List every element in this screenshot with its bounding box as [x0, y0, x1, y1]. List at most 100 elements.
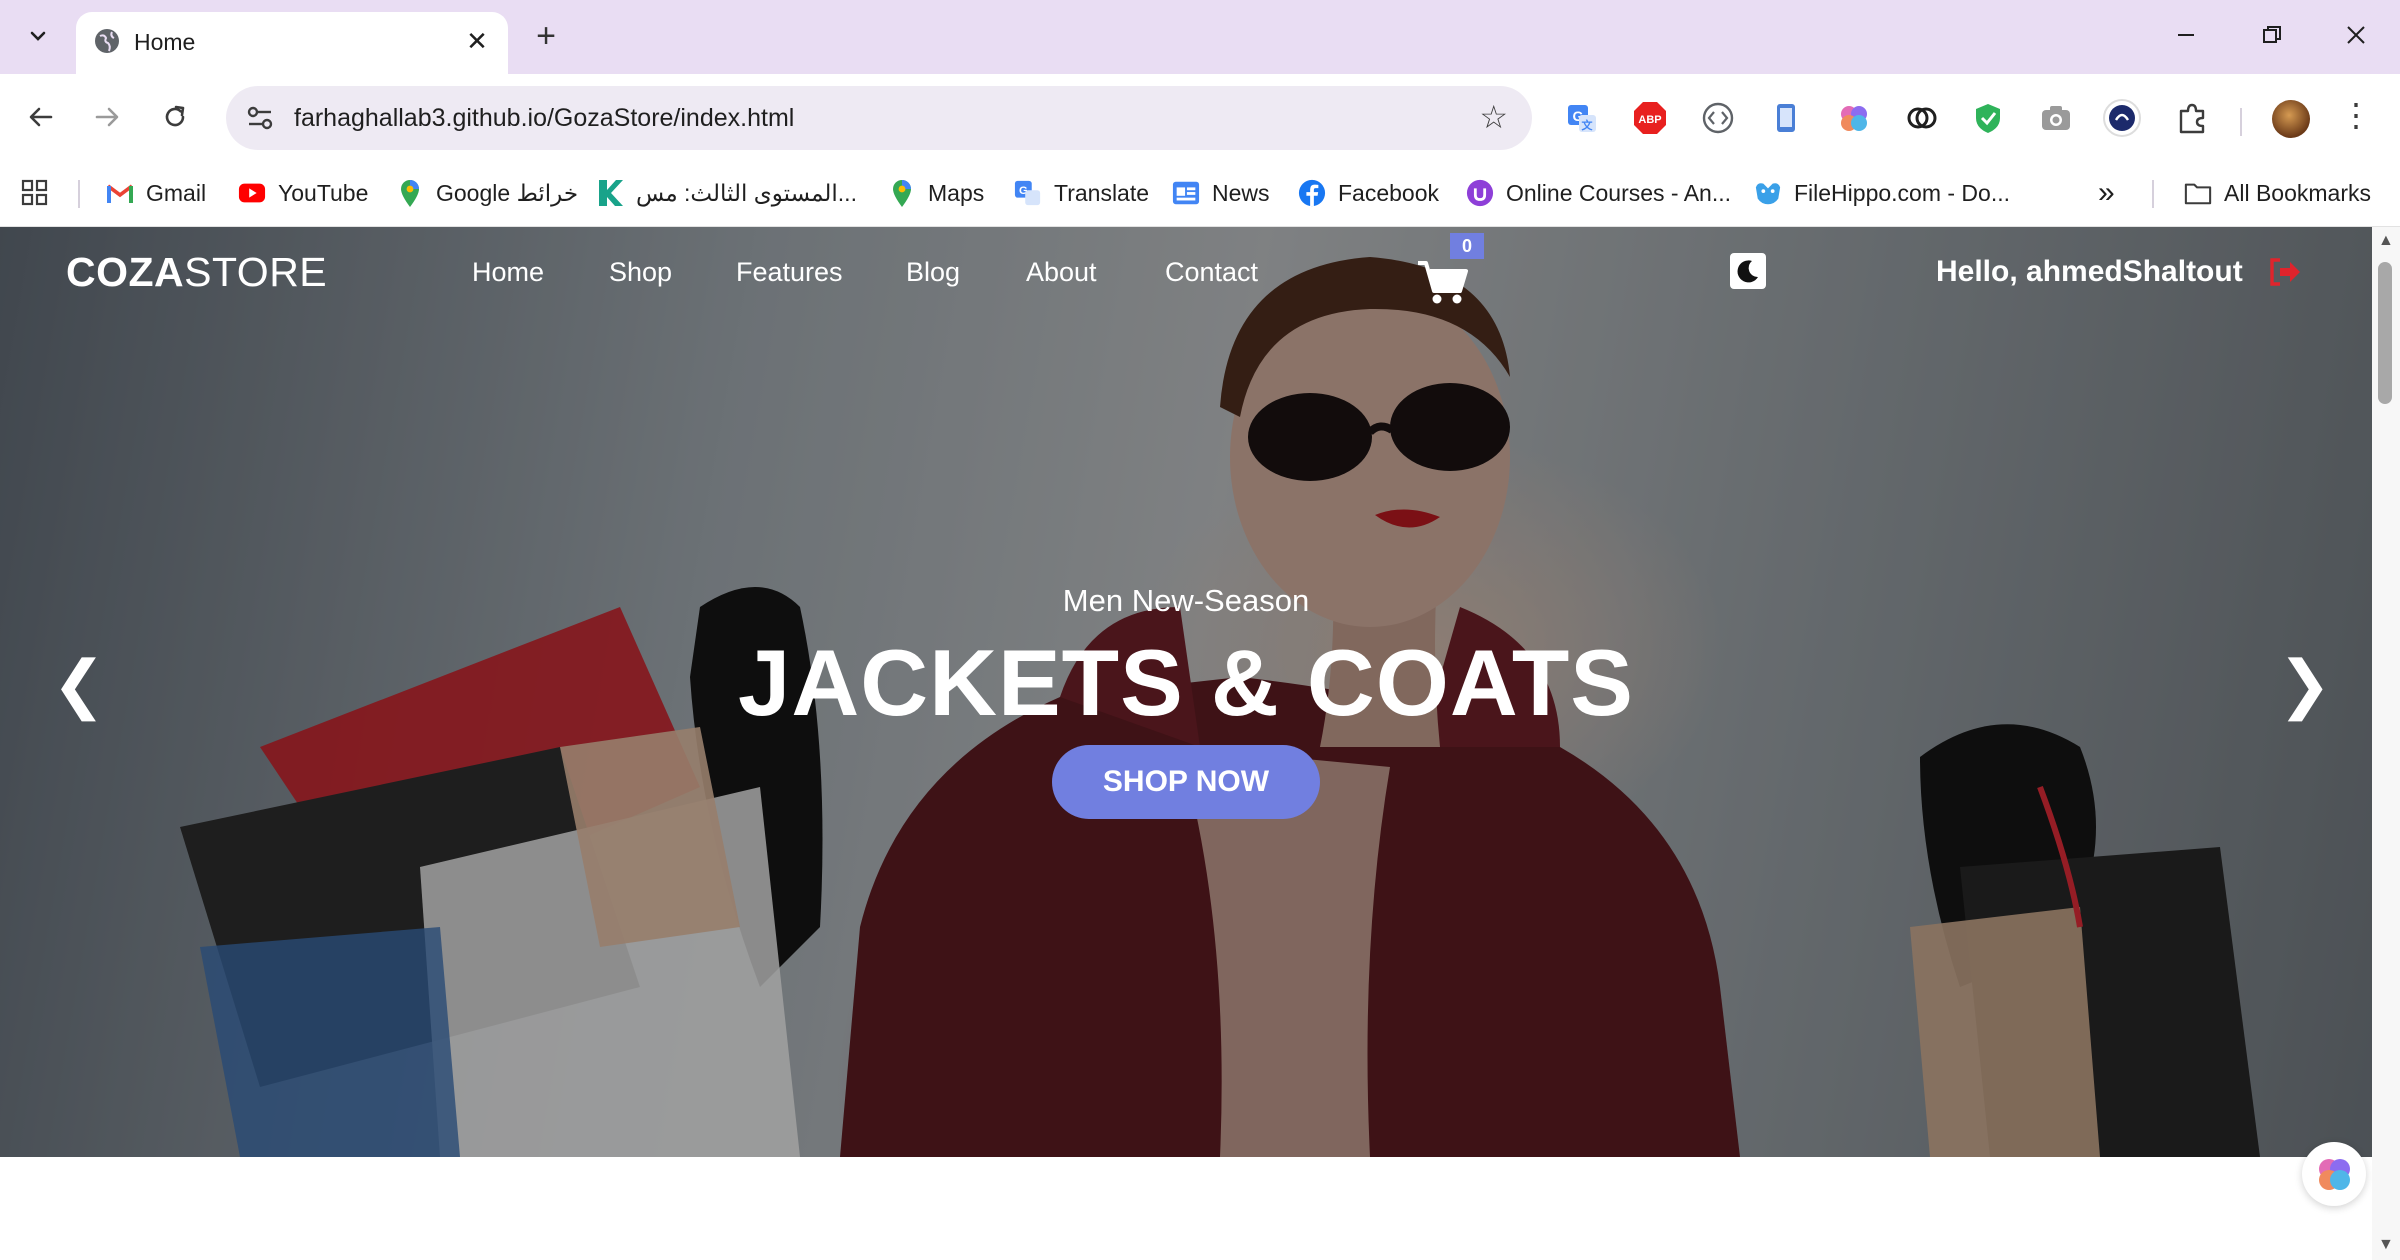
svg-text:文: 文 — [1582, 118, 1594, 132]
shield-extension[interactable] — [1968, 98, 2008, 138]
url-text[interactable]: farhaghallab3.github.io/GozaStore/index.… — [294, 104, 794, 133]
nav-features[interactable]: Features — [736, 257, 843, 288]
phone-extension[interactable] — [1766, 98, 1806, 138]
bookmark-news[interactable]: News — [1172, 174, 1270, 212]
reload-button[interactable] — [152, 94, 198, 140]
gmail-icon — [106, 184, 134, 203]
bookmark-star-icon[interactable]: ☆ — [1479, 98, 1508, 136]
puzzle-icon — [2179, 103, 2205, 134]
site-logo[interactable]: COZASTORE — [66, 249, 327, 296]
globe-icon — [95, 29, 119, 53]
shield-icon — [1976, 104, 2000, 133]
moon-icon — [1737, 260, 1758, 283]
bookmark-label: YouTube — [278, 179, 369, 206]
bookmark-filehippo[interactable]: FileHippo.com - Do... — [1754, 174, 2010, 212]
tab-search-button[interactable] — [18, 16, 58, 56]
bookmark-label: Online Courses - An... — [1506, 179, 1731, 206]
code-extension[interactable] — [1698, 98, 1738, 138]
close-window-button[interactable] — [2326, 12, 2386, 58]
floating-assistant-button[interactable] — [2302, 1142, 2366, 1206]
maps-icon — [401, 180, 419, 207]
profile-avatar[interactable] — [2272, 100, 2310, 138]
page-content-area — [0, 1157, 2372, 1260]
bookmark-maps[interactable]: Maps — [888, 174, 984, 212]
nav-blog[interactable]: Blog — [906, 257, 960, 288]
hero-subtitle: Men New-Season — [1062, 583, 1310, 618]
code-icon — [1702, 102, 1734, 134]
nav-shop[interactable]: Shop — [609, 257, 672, 288]
phone-icon — [1777, 104, 1795, 132]
bookmark-google-maps-ar[interactable]: Google خرائط — [396, 174, 578, 212]
logo-light-text: STORE — [184, 249, 328, 295]
adblock-icon: ABP — [1634, 102, 1666, 134]
vpn-icon — [2103, 99, 2141, 137]
user-greeting: Hello, ahmedShaltout — [1936, 255, 2243, 288]
minimize-icon — [2178, 34, 2194, 36]
more-vert-icon: ⋮ — [2340, 97, 2372, 133]
bookmark-label: Gmail — [146, 179, 207, 206]
bookmarks-divider — [78, 180, 80, 208]
vpn-extension[interactable] — [2102, 98, 2142, 138]
close-icon — [2347, 26, 2365, 44]
forward-button[interactable] — [84, 94, 130, 140]
bookmark-translate[interactable]: G Translate — [1014, 174, 1149, 212]
site-settings-icon — [247, 106, 273, 130]
chevron-down-icon — [30, 31, 46, 41]
bookmark-gmail[interactable]: Gmail — [106, 174, 206, 212]
nav-home[interactable]: Home — [472, 257, 544, 288]
browser-menu-button[interactable]: ⋮ — [2340, 96, 2372, 134]
dark-mode-toggle[interactable] — [1730, 253, 1766, 289]
logout-button[interactable] — [2268, 257, 2302, 287]
all-bookmarks-label: All Bookmarks — [2224, 179, 2371, 206]
bookmarks-overflow-button[interactable]: » — [2098, 174, 2115, 212]
scroll-down-arrow-icon[interactable]: ▼ — [2378, 1236, 2394, 1254]
link-extension[interactable] — [1902, 98, 1942, 138]
maps-icon — [893, 180, 911, 207]
filehippo-icon — [1755, 183, 1781, 205]
scrollbar-thumb[interactable] — [2378, 262, 2392, 404]
new-tab-button[interactable]: + — [526, 16, 566, 56]
svg-text:ABP: ABP — [1638, 114, 1661, 126]
apps-button[interactable] — [20, 174, 50, 212]
brain-icon — [1841, 106, 1867, 131]
bookmark-k-level[interactable]: المستوى الثالث: مس... — [596, 174, 857, 212]
screenshot-extension[interactable] — [2036, 98, 2076, 138]
hero-headline: JACKETS & COATS — [738, 630, 1634, 735]
google-translate-extension[interactable]: G 文 — [1562, 98, 1602, 138]
site-header: COZASTORE Home Shop Features Blog About … — [0, 227, 2372, 319]
nav-about[interactable]: About — [1026, 257, 1097, 288]
bookmark-label: Google خرائط — [436, 179, 579, 206]
adblock-extension[interactable]: ABP — [1630, 98, 1670, 138]
udemy-icon — [1466, 179, 1494, 207]
address-bar[interactable]: farhaghallab3.github.io/GozaStore/index.… — [226, 86, 1532, 150]
close-tab-button[interactable]: ✕ — [460, 24, 494, 58]
back-button[interactable] — [18, 94, 64, 140]
browser-tab-home[interactable]: Home ✕ — [76, 12, 508, 74]
brain-extension[interactable] — [1834, 98, 1874, 138]
sign-out-icon — [2270, 258, 2300, 286]
bookmark-label: News — [1212, 179, 1270, 206]
google-translate-icon: G 文 — [1568, 105, 1596, 132]
plus-icon: + — [536, 16, 556, 55]
all-bookmarks-button[interactable]: All Bookmarks — [2184, 174, 2371, 212]
restore-button[interactable] — [2242, 12, 2302, 58]
bookmark-youtube[interactable]: YouTube — [238, 174, 368, 212]
bookmark-label: Maps — [928, 179, 985, 206]
news-icon — [1172, 181, 1200, 205]
extensions-menu-button[interactable] — [2172, 98, 2212, 138]
nav-contact[interactable]: Contact — [1165, 257, 1258, 288]
k-icon — [599, 180, 623, 206]
tab-title: Home — [134, 29, 196, 55]
close-icon: ✕ — [466, 25, 488, 56]
logo-bold-text: COZA — [66, 249, 185, 295]
reload-icon — [165, 105, 185, 127]
bookmark-facebook[interactable]: Facebook — [1298, 174, 1439, 212]
bookmark-label: FileHippo.com - Do... — [1794, 179, 2011, 206]
bookmark-online-courses[interactable]: Online Courses - An... — [1466, 174, 1731, 212]
scroll-up-arrow-icon[interactable]: ▲ — [2378, 232, 2394, 250]
bookmarks-divider — [2152, 180, 2154, 208]
cart-count-badge: 0 — [1450, 233, 1484, 259]
hero-slider: COZASTORE Home Shop Features Blog About … — [0, 227, 2372, 1157]
shop-now-button[interactable]: SHOP NOW — [1052, 745, 1320, 819]
minimize-button[interactable] — [2156, 12, 2216, 58]
